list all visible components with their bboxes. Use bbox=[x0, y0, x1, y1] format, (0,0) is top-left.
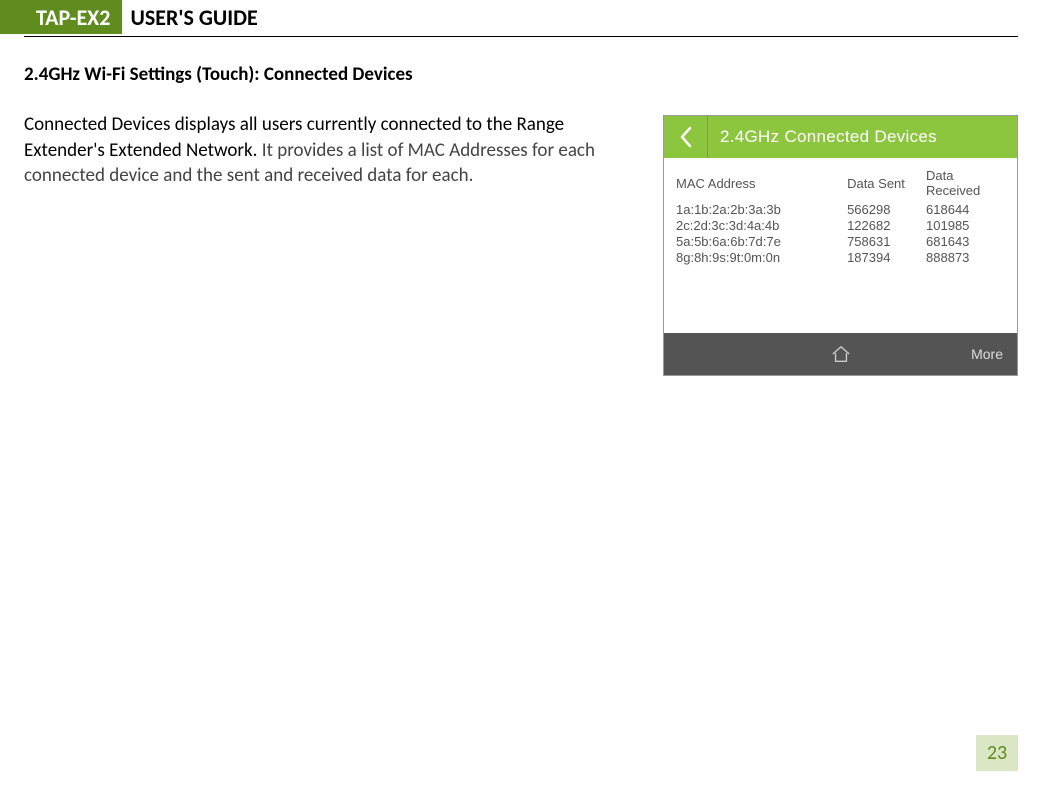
back-button[interactable] bbox=[664, 116, 708, 158]
product-badge: TAP-EX2 bbox=[24, 0, 122, 34]
recv-cell: 888873 bbox=[926, 250, 1005, 266]
sent-cell: 122682 bbox=[847, 218, 926, 234]
home-icon[interactable] bbox=[830, 344, 852, 364]
panel-footer: More bbox=[664, 333, 1017, 375]
table-header-row: MAC Address Data Sent Data Received bbox=[676, 168, 1005, 202]
col-sent: Data Sent bbox=[847, 168, 926, 202]
section-heading: 2.4GHz Wi-Fi Settings (Touch): Connected… bbox=[24, 63, 645, 86]
panel-title: 2.4GHz Connected Devices bbox=[708, 127, 937, 147]
recv-cell: 618644 bbox=[926, 202, 1005, 218]
device-screenshot: 2.4GHz Connected Devices MAC Address Dat… bbox=[663, 115, 1018, 376]
content-area: 2.4GHz Wi-Fi Settings (Touch): Connected… bbox=[0, 37, 1042, 376]
doc-title: USER'S GUIDE bbox=[122, 0, 265, 34]
recv-cell: 681643 bbox=[926, 234, 1005, 250]
panel-body: MAC Address Data Sent Data Received 1a:1… bbox=[664, 158, 1017, 333]
section-body: Connected Devices displays all users cur… bbox=[24, 112, 645, 189]
more-button[interactable]: More bbox=[971, 346, 1003, 362]
col-mac: MAC Address bbox=[676, 168, 847, 202]
mac-cell: 5a:5b:6a:6b:7d:7e bbox=[676, 234, 847, 250]
table-row: 5a:5b:6a:6b:7d:7e 758631 681643 bbox=[676, 234, 1005, 250]
header-strip bbox=[0, 0, 24, 34]
mac-cell: 8g:8h:9s:9t:0m:0n bbox=[676, 250, 847, 266]
table-row: 2c:2d:3c:3d:4a:4b 122682 101985 bbox=[676, 218, 1005, 234]
recv-cell: 101985 bbox=[926, 218, 1005, 234]
chevron-left-icon bbox=[679, 126, 693, 148]
mac-cell: 1a:1b:2a:2b:3a:3b bbox=[676, 202, 847, 218]
text-column: 2.4GHz Wi-Fi Settings (Touch): Connected… bbox=[24, 63, 645, 189]
table-row: 8g:8h:9s:9t:0m:0n 187394 888873 bbox=[676, 250, 1005, 266]
sent-cell: 187394 bbox=[847, 250, 926, 266]
doc-header: TAP-EX2 USER'S GUIDE bbox=[0, 0, 1042, 34]
devices-table: MAC Address Data Sent Data Received 1a:1… bbox=[676, 168, 1005, 266]
mac-cell: 2c:2d:3c:3d:4a:4b bbox=[676, 218, 847, 234]
panel-header: 2.4GHz Connected Devices bbox=[664, 116, 1017, 158]
sent-cell: 566298 bbox=[847, 202, 926, 218]
table-row: 1a:1b:2a:2b:3a:3b 566298 618644 bbox=[676, 202, 1005, 218]
page-number: 23 bbox=[976, 735, 1018, 771]
sent-cell: 758631 bbox=[847, 234, 926, 250]
col-recv: Data Received bbox=[926, 168, 1005, 202]
